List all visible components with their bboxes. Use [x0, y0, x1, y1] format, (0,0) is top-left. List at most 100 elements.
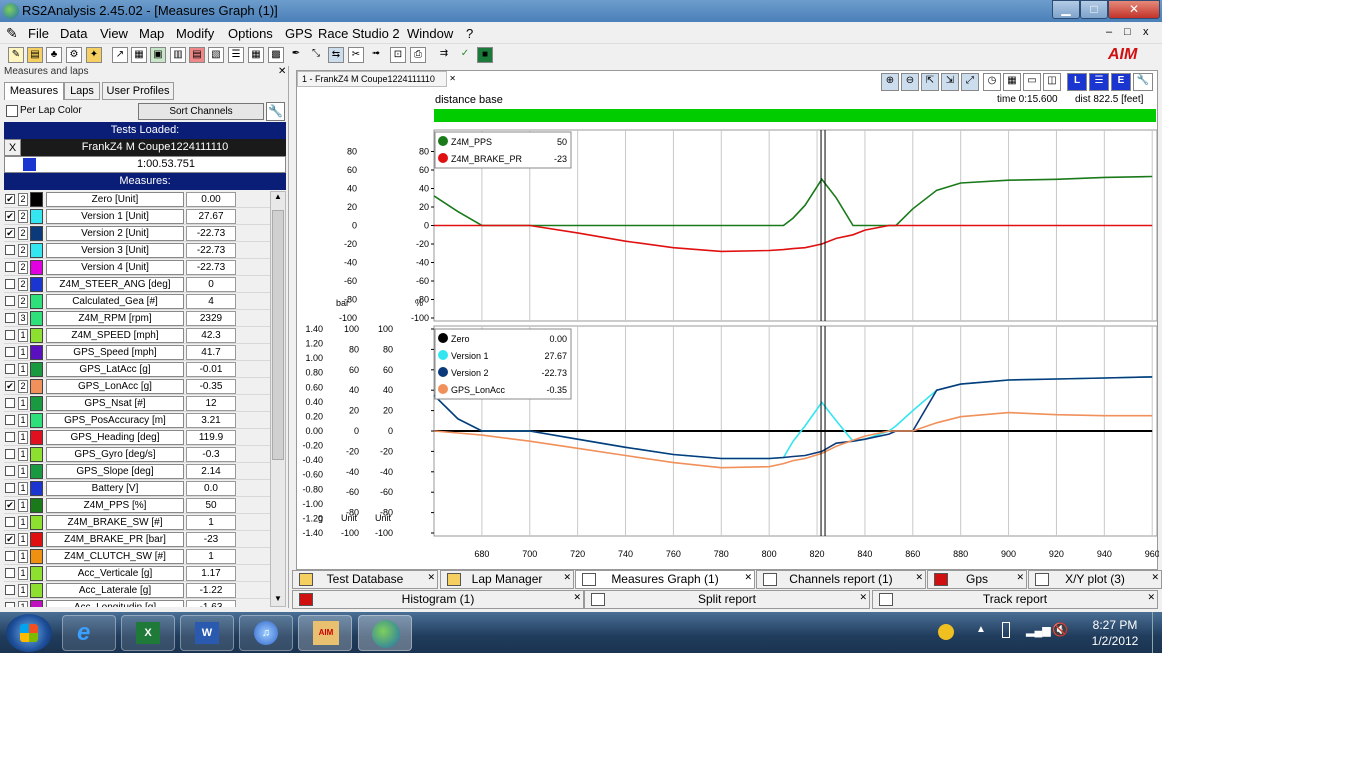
measure-row[interactable]: 1 Battery [V] 0.0	[4, 480, 270, 497]
measure-graph-number[interactable]: 2	[18, 380, 28, 393]
measure-checkbox[interactable]	[5, 262, 15, 272]
menu-view[interactable]: View	[100, 26, 128, 41]
measure-checkbox[interactable]	[5, 466, 15, 476]
close-icon[interactable]: ✕	[744, 569, 752, 586]
measure-graph-number[interactable]: 1	[18, 516, 28, 529]
preview-icon[interactable]: ⊡	[390, 47, 406, 63]
scroll-down-icon[interactable]: ▼	[274, 594, 282, 603]
measure-color-swatch[interactable]	[30, 549, 43, 564]
measure-row[interactable]: 1 Acc_Laterale [g] -1.22	[4, 582, 270, 599]
measure-checkbox[interactable]: ✔	[5, 500, 15, 510]
test-row[interactable]: X FrankZ4 M Coupe1224111110	[4, 139, 286, 156]
menu-help[interactable]: ?	[466, 26, 473, 41]
measure-row[interactable]: 1 Z4M_SPEED [mph] 42.3	[4, 327, 270, 344]
measure-color-swatch[interactable]	[30, 328, 43, 343]
scroll-up-icon[interactable]: ▲	[274, 192, 282, 201]
measure-row[interactable]: 1 Z4M_CLUTCH_SW [#] 1	[4, 548, 270, 565]
start-button[interactable]	[6, 614, 52, 652]
wrench-icon[interactable]: 🔧	[266, 102, 285, 121]
doc-tab-histogram-1[interactable]: Histogram (1) ✕	[292, 590, 584, 609]
lap-row[interactable]: 1:00.53.751	[4, 156, 286, 173]
tab-laps[interactable]: Laps	[64, 82, 100, 100]
data-icon[interactable]: ▩	[268, 47, 284, 63]
measure-color-swatch[interactable]	[30, 294, 43, 309]
xy-icon[interactable]: ▣	[150, 47, 166, 63]
measure-checkbox[interactable]	[5, 415, 15, 425]
doc-tab-gps[interactable]: Gps ✕	[927, 570, 1027, 589]
scroll-thumb[interactable]	[272, 210, 284, 460]
aim-app-icon[interactable]: AIM	[298, 615, 352, 651]
measure-checkbox[interactable]	[5, 449, 15, 459]
measure-color-swatch[interactable]	[30, 379, 43, 394]
measure-row[interactable]: 2 Version 3 [Unit] -22.73	[4, 242, 270, 259]
measure-graph-number[interactable]: 2	[18, 227, 28, 240]
measure-row[interactable]: 2 Calculated_Gea [#] 4	[4, 293, 270, 310]
measure-checkbox[interactable]	[5, 330, 15, 340]
word-icon[interactable]: W	[180, 615, 234, 651]
measure-checkbox[interactable]	[5, 602, 15, 607]
menu-race-studio[interactable]: Race Studio 2	[318, 26, 400, 41]
show-hidden-icons-icon[interactable]: ▲	[976, 624, 986, 635]
measure-row[interactable]: ✔ 1 Z4M_BRAKE_PR [bar] -23	[4, 531, 270, 548]
measure-graph-number[interactable]: 1	[18, 465, 28, 478]
measure-graph-number[interactable]: 1	[18, 601, 28, 607]
tab-measures[interactable]: Measures	[4, 82, 64, 100]
close-icon[interactable]: ✕	[563, 569, 571, 586]
filter-icon[interactable]: ✂	[348, 47, 364, 63]
measure-color-swatch[interactable]	[30, 566, 43, 581]
cursor-icon[interactable]: ⇆	[328, 47, 344, 63]
measure-graph-number[interactable]: 1	[18, 397, 28, 410]
menu-gps[interactable]: GPS	[285, 26, 312, 41]
maximize-button[interactable]: □	[1080, 0, 1108, 19]
volume-icon[interactable]: 🔇	[1052, 622, 1068, 638]
measures-graph-icon[interactable]: ↗	[112, 47, 128, 63]
measure-color-swatch[interactable]	[30, 447, 43, 462]
excel-icon[interactable]: X	[121, 615, 175, 651]
tab-user-profiles[interactable]: User Profiles	[102, 82, 174, 100]
measure-checkbox[interactable]	[5, 398, 15, 408]
measure-row[interactable]: 1 GPS_Slope [deg] 2.14	[4, 463, 270, 480]
mdi-close-button[interactable]: x	[1143, 26, 1149, 38]
close-icon[interactable]: ✕	[859, 589, 867, 606]
measure-graph-number[interactable]: 1	[18, 363, 28, 376]
table-icon[interactable]: ▦	[248, 47, 264, 63]
channels-icon[interactable]: ▧	[208, 47, 224, 63]
check-icon[interactable]: ✓	[457, 47, 473, 63]
measure-graph-number[interactable]: 1	[18, 584, 28, 597]
itunes-icon[interactable]: ♫	[239, 615, 293, 651]
measure-checkbox[interactable]	[5, 585, 15, 595]
notification-warning-icon[interactable]	[938, 624, 954, 640]
show-desktop-button[interactable]	[1152, 612, 1162, 653]
menu-options[interactable]: Options	[228, 26, 273, 41]
measure-checkbox[interactable]	[5, 296, 15, 306]
measure-graph-number[interactable]: 1	[18, 448, 28, 461]
close-icon[interactable]: ✕	[1016, 569, 1024, 586]
measure-graph-number[interactable]: 2	[18, 295, 28, 308]
measure-checkbox[interactable]	[5, 551, 15, 561]
close-icon[interactable]: ✕	[427, 569, 435, 586]
tool-icon[interactable]: ♣	[46, 47, 62, 63]
list-icon[interactable]: ☰	[228, 47, 244, 63]
tool3-icon[interactable]: ✦	[86, 47, 102, 63]
measure-row[interactable]: 1 GPS_LatAcc [g] -0.01	[4, 361, 270, 378]
doc-tab-measures-graph-1[interactable]: Measures Graph (1) ✕	[575, 570, 755, 589]
measure-checkbox[interactable]: ✔	[5, 534, 15, 544]
tool2-icon[interactable]: ⚙	[66, 47, 82, 63]
menu-window[interactable]: Window	[407, 26, 453, 41]
measure-graph-number[interactable]: 1	[18, 482, 28, 495]
measure-color-swatch[interactable]	[30, 481, 43, 496]
measure-color-swatch[interactable]	[30, 515, 43, 530]
measure-row[interactable]: 1 GPS_Speed [mph] 41.7	[4, 344, 270, 361]
doc-tab-split-report[interactable]: Split report ✕	[584, 590, 870, 609]
menu-modify[interactable]: Modify	[176, 26, 214, 41]
measure-graph-number[interactable]: 1	[18, 346, 28, 359]
measure-row[interactable]: 1 GPS_Heading [deg] 119.9	[4, 429, 270, 446]
measure-row[interactable]: ✔ 1 Z4M_PPS [%] 50	[4, 497, 270, 514]
measure-color-swatch[interactable]	[30, 464, 43, 479]
measure-color-swatch[interactable]	[30, 583, 43, 598]
mdi-maximize-button[interactable]: □	[1124, 26, 1131, 38]
split-icon[interactable]: ▦	[131, 47, 147, 63]
doc-tab-x-y-plot-3[interactable]: X/Y plot (3) ✕	[1028, 570, 1162, 589]
histogram-icon[interactable]: ▥	[170, 47, 186, 63]
title-bar[interactable]: RS2Analysis 2.45.02 - [Measures Graph (1…	[0, 0, 1162, 22]
